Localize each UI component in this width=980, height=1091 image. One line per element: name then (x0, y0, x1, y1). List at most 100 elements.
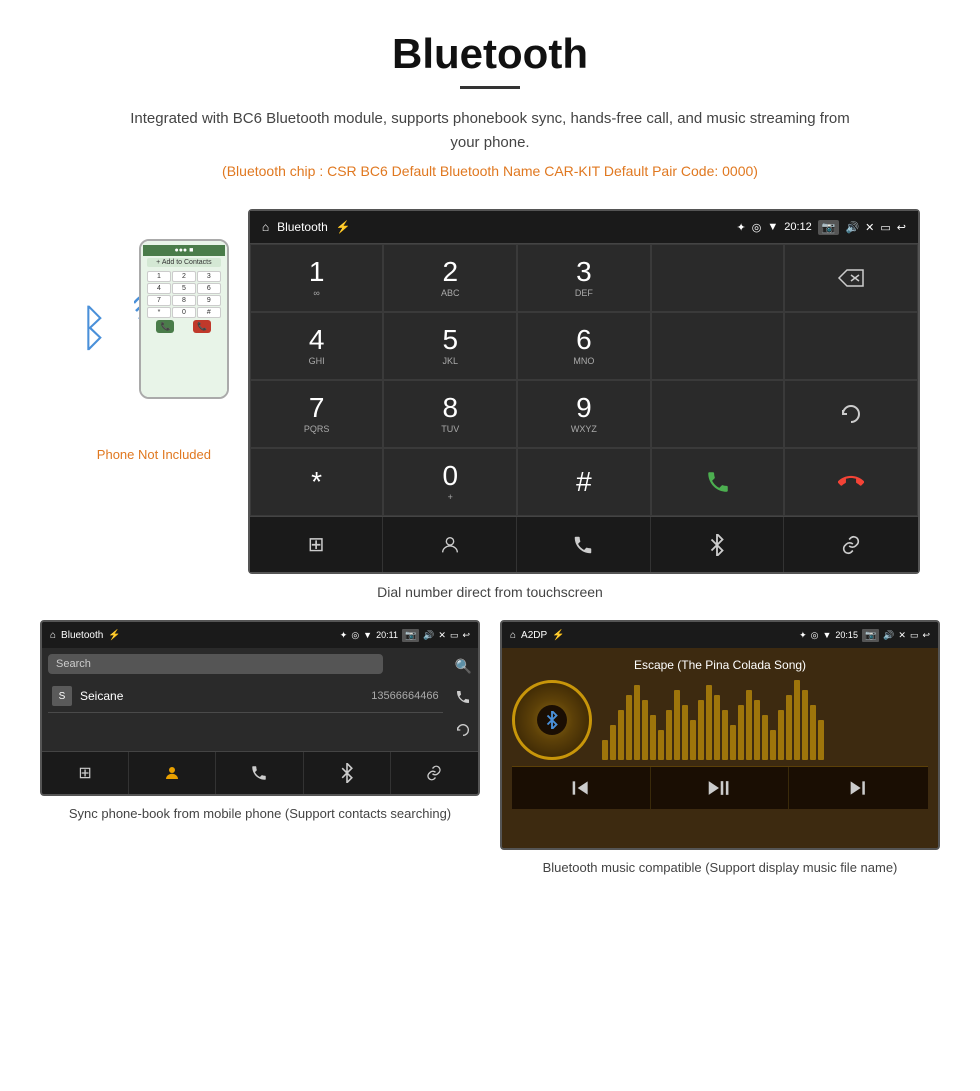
music-wifi-icon: ▼ (823, 630, 832, 640)
statusbar-title: Bluetooth (277, 220, 328, 234)
music-song-title: Escape (The Pina Colada Song) (512, 658, 928, 672)
dial-empty-1 (651, 244, 785, 312)
dial-call-green[interactable] (651, 448, 785, 516)
phonebook-side-icons: 🔍 (449, 648, 478, 751)
phone-screen: ●●● ■ + Add to Contacts 123 456 789 *0# … (141, 241, 227, 397)
music-statusbar: ⌂ A2DP ⚡ ✦ ◎ ▼ 20:15 📷 🔊 ✕ ▭ ↩ (502, 622, 938, 648)
toolbar-link[interactable] (784, 517, 918, 572)
close-icon[interactable]: ✕ (865, 221, 874, 234)
dial-empty-4 (651, 380, 785, 448)
side-refresh-icon[interactable] (455, 722, 472, 741)
dial-key-hash[interactable]: # (517, 448, 651, 516)
dial-key-8[interactable]: 8TUV (383, 380, 517, 448)
music-content: Escape (The Pina Colada Song) (502, 648, 938, 848)
pb-toolbar-bluetooth[interactable] (304, 752, 391, 794)
dial-key-7[interactable]: 7PQRS (250, 380, 384, 448)
dial-key-2[interactable]: 2ABC (383, 244, 517, 312)
bt-status-icon: ✦ (737, 221, 746, 234)
page-header: Bluetooth Integrated with BC6 Bluetooth … (0, 0, 980, 209)
phonebook-main: Search S Seicane 13566664466 (42, 648, 449, 751)
contact-letter: S (52, 686, 72, 706)
music-close-icon[interactable]: ✕ (898, 630, 906, 641)
phone-screen-top: ●●● ■ (143, 245, 225, 256)
usb-icon: ⚡ (336, 220, 351, 234)
camera-icon[interactable]: 📷 (818, 220, 840, 235)
dial-key-1[interactable]: 1∞ (250, 244, 384, 312)
dial-backspace[interactable] (784, 244, 918, 312)
toolbar-contacts[interactable] (383, 517, 517, 572)
phonebook-caption-text: Sync phone-book from mobile phone (Suppo… (69, 806, 451, 821)
dial-call-red[interactable] (784, 448, 918, 516)
bluetooth-icon: ᛒ (79, 299, 109, 357)
pb-title: Bluetooth (61, 630, 103, 641)
music-screen: ⌂ A2DP ⚡ ✦ ◎ ▼ 20:15 📷 🔊 ✕ ▭ ↩ Escape ( (500, 620, 940, 850)
pb-wifi-icon: ▼ (363, 630, 372, 640)
title-divider (460, 86, 520, 89)
dial-key-6[interactable]: 6MNO (517, 312, 651, 380)
dialpad-grid: 1∞ 2ABC 3DEF 4GHI 5JKL (250, 243, 918, 516)
music-prev-btn[interactable] (512, 767, 651, 809)
dial-key-star[interactable]: * (250, 448, 384, 516)
pb-camera-icon[interactable]: 📷 (402, 629, 419, 642)
music-volume-icon[interactable]: 🔊 (883, 630, 894, 641)
android-statusbar: ⌂ Bluetooth ⚡ ✦ ◎ ▼ 20:12 📷 🔊 ✕ ▭ ↩ (250, 211, 918, 243)
dial-key-3[interactable]: 3DEF (517, 244, 651, 312)
contact-row[interactable]: S Seicane 13566664466 (48, 680, 443, 713)
dial-key-4[interactable]: 4GHI (250, 312, 384, 380)
pb-toolbar-contacts[interactable] (129, 752, 216, 794)
phonebook-body: Search S Seicane 13566664466 🔍 (42, 648, 478, 751)
phone-call-btn[interactable]: 📞 (156, 320, 174, 333)
toolbar-dialpad[interactable]: ⊞ (250, 517, 384, 572)
music-caption-text: Bluetooth music compatible (Support disp… (543, 860, 898, 875)
pb-close-icon[interactable]: ✕ (438, 630, 446, 641)
dial-key-5[interactable]: 5JKL (383, 312, 517, 380)
statusbar-time: 20:12 (784, 221, 812, 233)
contact-name: Seicane (80, 689, 371, 703)
pb-statusbar-right: ✦ ◎ ▼ 20:11 📷 🔊 ✕ ▭ ↩ (340, 629, 470, 642)
side-call-icon[interactable] (455, 689, 472, 708)
phone-end-btn[interactable]: 📞 (193, 320, 211, 333)
dial-key-0[interactable]: 0+ (383, 448, 517, 516)
music-window-icon[interactable]: ▭ (910, 630, 919, 641)
search-bar[interactable]: Search (48, 654, 383, 674)
pb-volume-icon[interactable]: 🔊 (423, 630, 434, 641)
back-icon[interactable]: ↩ (897, 221, 906, 234)
music-block: ⌂ A2DP ⚡ ✦ ◎ ▼ 20:15 📷 🔊 ✕ ▭ ↩ Escape ( (500, 620, 940, 878)
pb-statusbar-left: ⌂ Bluetooth ⚡ (50, 630, 121, 641)
page-description: Integrated with BC6 Bluetooth module, su… (130, 107, 850, 155)
pb-bt-icon: ✦ (340, 630, 348, 641)
music-main (512, 680, 928, 760)
music-camera-icon[interactable]: 📷 (862, 629, 879, 642)
page-title: Bluetooth (20, 30, 960, 78)
phonebook-caption: Sync phone-book from mobile phone (Suppo… (69, 804, 451, 824)
toolbar-bluetooth[interactable] (651, 517, 785, 572)
music-home-icon[interactable]: ⌂ (510, 630, 516, 641)
phone-not-included-label: Phone Not Included (97, 447, 211, 462)
pb-toolbar-link[interactable] (391, 752, 478, 794)
pb-back-icon[interactable]: ↩ (462, 630, 470, 641)
volume-icon[interactable]: 🔊 (845, 221, 859, 234)
dial-refresh[interactable] (784, 380, 918, 448)
window-icon[interactable]: ▭ (880, 221, 890, 234)
music-play-pause-btn[interactable] (651, 767, 790, 809)
music-toolbar (512, 766, 928, 809)
home-icon[interactable]: ⌂ (262, 220, 269, 234)
statusbar-right: ✦ ◎ ▼ 20:12 📷 🔊 ✕ ▭ ↩ (737, 220, 907, 235)
phone-image-container: ᛒ ●●● ■ + Add to Contacts 123 456 789 (60, 209, 248, 462)
location-icon: ◎ (752, 221, 762, 234)
pb-window-icon[interactable]: ▭ (450, 630, 459, 641)
phone-shape: ●●● ■ + Add to Contacts 123 456 789 *0# … (139, 239, 229, 399)
toolbar-phone[interactable] (517, 517, 651, 572)
phonebook-statusbar: ⌂ Bluetooth ⚡ ✦ ◎ ▼ 20:11 📷 🔊 ✕ ▭ ↩ (42, 622, 478, 648)
pb-usb-icon: ⚡ (108, 630, 120, 641)
pb-home-icon[interactable]: ⌂ (50, 630, 56, 641)
pb-toolbar-phone[interactable] (216, 752, 303, 794)
pb-toolbar-dialpad[interactable]: ⊞ (42, 752, 129, 794)
dial-key-9[interactable]: 9WXYZ (517, 380, 651, 448)
music-next-btn[interactable] (789, 767, 928, 809)
bottom-screenshots: ⌂ Bluetooth ⚡ ✦ ◎ ▼ 20:11 📷 🔊 ✕ ▭ ↩ (0, 620, 980, 878)
phone-keypad: 123 456 789 *0# (147, 271, 221, 318)
music-caption: Bluetooth music compatible (Support disp… (543, 858, 898, 878)
music-back-icon[interactable]: ↩ (922, 630, 930, 641)
side-search-icon[interactable]: 🔍 (455, 658, 472, 675)
